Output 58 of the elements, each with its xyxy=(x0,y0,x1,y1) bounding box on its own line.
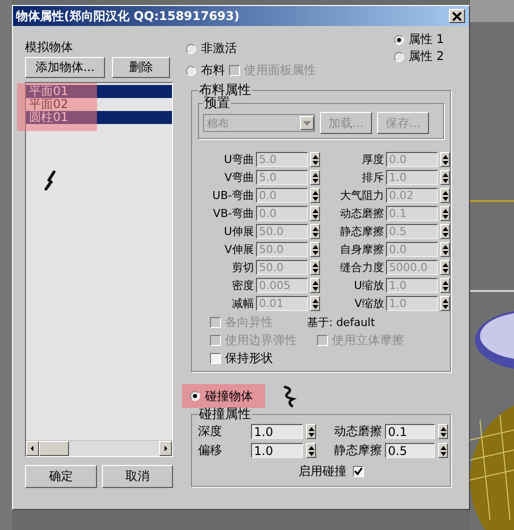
window-title: 物体属性(郑向阳汉化 QQ:158917693) xyxy=(16,8,240,24)
parameter-label: 大气阻力 xyxy=(339,188,384,203)
parameter-label: VB-弯曲 xyxy=(212,206,254,221)
number-field[interactable]: 1.0 xyxy=(251,443,303,458)
spinner-button[interactable] xyxy=(438,424,448,439)
scrollbar-thumb[interactable] xyxy=(39,440,69,456)
parameter-label: 剪切 xyxy=(231,260,254,275)
spinner-button[interactable] xyxy=(306,443,316,458)
group-title: 碰撞属性 xyxy=(198,408,252,421)
parameter-label: 减幅 xyxy=(231,296,254,311)
list-item[interactable]: 圆柱01 xyxy=(26,111,172,124)
object-list[interactable]: 平面01 平面02 圆柱01 xyxy=(25,82,173,457)
parameter-label: 深度 xyxy=(198,423,223,440)
number-field[interactable]: 0.5 xyxy=(385,443,436,458)
close-button[interactable] xyxy=(449,9,465,23)
horizontal-scrollbar[interactable] xyxy=(26,440,172,456)
parameter-label: V伸展 xyxy=(223,242,254,257)
number-field[interactable]: 0.1 xyxy=(385,424,436,439)
list-label: 模拟物体 xyxy=(25,40,74,54)
caret-icon xyxy=(303,120,311,126)
number-field[interactable]: 1.0 xyxy=(251,424,303,439)
delete-button[interactable]: 删除 xyxy=(112,57,170,78)
add-object-button[interactable]: 添加物体... xyxy=(25,57,105,78)
parameter-label: 缝合力度 xyxy=(339,260,384,275)
spinner-button[interactable] xyxy=(306,424,316,439)
list-item[interactable]: 平面01 xyxy=(26,85,172,98)
spinner-button[interactable] xyxy=(438,443,448,458)
list-item[interactable]: 平面02 xyxy=(26,98,172,111)
parameter-label: U弯曲 xyxy=(222,152,254,167)
parameter-label: 排斥 xyxy=(361,170,384,185)
parameter-label: U伸展 xyxy=(222,224,254,239)
parameter-label: V弯曲 xyxy=(223,170,254,185)
scroll-right-button[interactable] xyxy=(159,440,172,456)
enable-collision-checkbox[interactable]: 启用碰撞 xyxy=(298,463,364,480)
parameter-label: V缩放 xyxy=(353,296,384,311)
parameter-label: 自身摩擦 xyxy=(339,242,384,257)
based-on-text: 基于: default xyxy=(307,314,375,330)
parameter-label: 静态摩擦 xyxy=(333,442,382,459)
cancel-button[interactable]: 取消 xyxy=(102,465,173,488)
scroll-left-button[interactable] xyxy=(26,440,39,456)
parameter-label: 厚度 xyxy=(361,152,384,167)
collision-radio[interactable]: 碰撞物体 xyxy=(182,384,265,408)
parameter-label: U缩放 xyxy=(352,278,384,293)
checkmark-icon xyxy=(354,467,362,476)
group-title: 预置 xyxy=(203,97,231,110)
squiggle-mark xyxy=(43,169,57,193)
parameter-label: UB-弯曲 xyxy=(211,188,254,203)
ok-button[interactable]: 确定 xyxy=(25,465,96,488)
property-set-radio[interactable]: 属性 1 xyxy=(394,31,444,48)
parameter-label: 动态磨擦 xyxy=(333,423,382,440)
parameter-label: 静态摩擦 xyxy=(339,224,384,239)
parameter-label: 动态磨擦 xyxy=(339,206,384,221)
parameter-label: 密度 xyxy=(231,278,254,293)
cloth-radio[interactable]: 布料 xyxy=(186,62,225,79)
parameter-label: 偏移 xyxy=(198,442,223,459)
group-title: 布料属性 xyxy=(198,84,252,97)
squiggle-mark xyxy=(281,384,297,408)
property-set-radio[interactable]: 属性 2 xyxy=(394,48,444,65)
